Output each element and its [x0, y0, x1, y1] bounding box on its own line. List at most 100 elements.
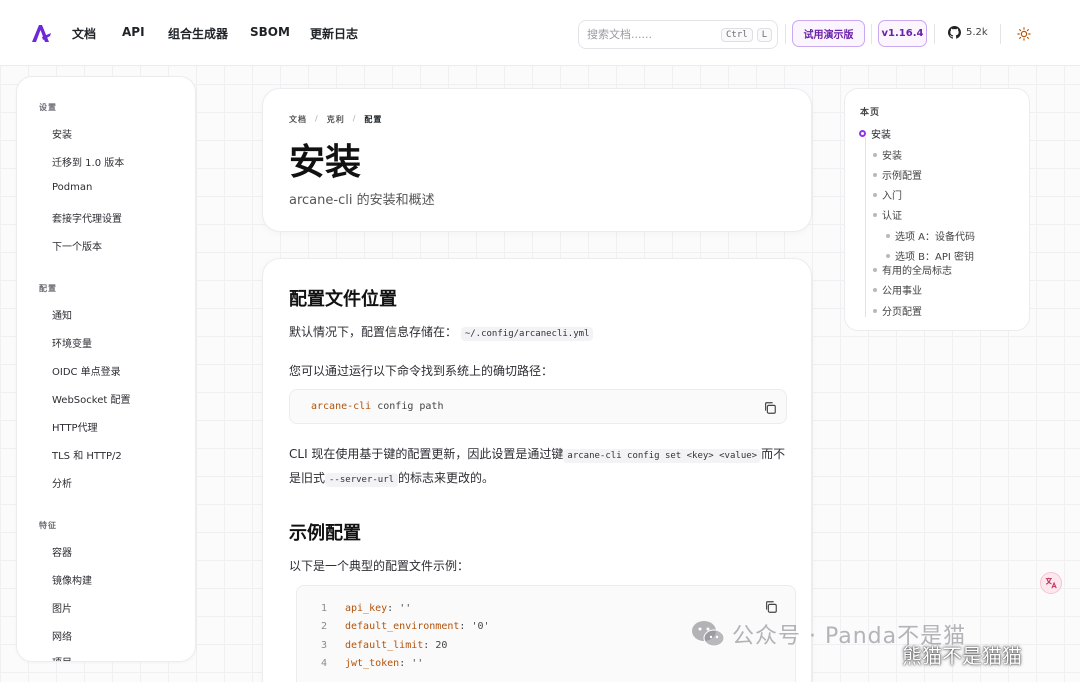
yaml-value: '0': [471, 621, 490, 632]
translate-icon: [1045, 577, 1057, 589]
page-subtitle: arcane-cli 的安装和概述: [289, 193, 435, 208]
text: 默认情况下，配置信息存储在：: [289, 325, 458, 339]
nav-docs[interactable]: 文档: [72, 25, 96, 42]
yaml-colon: :: [387, 603, 400, 614]
toc-dot: [873, 267, 877, 272]
text: CLI 现在使用基于键的配置更新，因此设置是通过键: [289, 447, 564, 461]
yaml-colon: :: [459, 621, 472, 632]
breadcrumb: 文档 / 克利 / 配置: [289, 114, 382, 125]
toc-dot: [873, 308, 877, 313]
copy-icon[interactable]: [763, 401, 777, 415]
nav-api[interactable]: API: [122, 25, 145, 39]
sun-icon[interactable]: [1017, 27, 1031, 41]
sidebar-item-next-version[interactable]: 下一个版本: [52, 238, 102, 253]
copy-icon[interactable]: [764, 600, 778, 614]
toc-item[interactable]: 安装: [873, 147, 902, 162]
breadcrumb-cli[interactable]: 克利: [327, 114, 345, 125]
toc-item[interactable]: 公用事业: [873, 282, 922, 297]
yaml-key: api_key: [345, 603, 388, 614]
try-demo-button[interactable]: 试用演示版: [792, 20, 865, 47]
page-header-card: 文档 / 克利 / 配置 安装 arcane-cli 的安装和概述: [262, 88, 812, 232]
toc-label: 安装: [882, 151, 902, 162]
sidebar-item-websocket[interactable]: WebSocket 配置: [52, 391, 130, 406]
paragraph-example-intro: 以下是一个典型的配置文件示例：: [289, 559, 470, 573]
sidebar-item-projects[interactable]: 项目: [52, 654, 72, 661]
wechat-icon: [692, 621, 725, 647]
translate-button[interactable]: [1040, 572, 1062, 594]
toc-dot: [886, 253, 890, 258]
breadcrumb-docs[interactable]: 文档: [289, 114, 307, 125]
toc-title: 本页: [860, 108, 881, 118]
code-block-command: arcane-cli config path: [289, 389, 787, 424]
line-number: 3: [320, 640, 327, 651]
yaml-value: '': [411, 658, 424, 669]
toc-item[interactable]: 分页配置: [873, 303, 922, 318]
breadcrumb-current: 配置: [364, 115, 383, 124]
nav-changelog[interactable]: 更新日志: [310, 25, 358, 42]
code-token: config path: [377, 401, 444, 412]
sidebar-item-env-vars[interactable]: 环境变量: [52, 335, 92, 350]
sidebar-item-http-proxy[interactable]: HTTP代理: [52, 419, 98, 434]
paragraph-find-path: 您可以通过运行以下命令找到系统上的确切路径：: [289, 364, 554, 378]
toc-item[interactable]: 示例配置: [873, 167, 922, 182]
toc-track: [865, 137, 866, 317]
code-line: 2 default_environment: '0': [297, 621, 490, 632]
divider: [934, 24, 935, 44]
sidebar-section-title: 特征: [39, 521, 57, 530]
arcane-logo-icon[interactable]: [30, 23, 52, 43]
sidebar-item-notifications[interactable]: 通知: [52, 307, 72, 322]
sidebar-section-title: 设置: [39, 103, 57, 112]
sidebar-item-oidc[interactable]: OIDC 单点登录: [52, 363, 121, 378]
sidebar-item-tls-http2[interactable]: TLS 和 HTTP/2: [52, 447, 122, 462]
sidebar-item-containers[interactable]: 容器: [52, 544, 72, 559]
paragraph-cli-keys: CLI 现在使用基于键的配置更新，因此设置是通过键 arcane-cli conf…: [289, 443, 789, 491]
divider: [871, 24, 872, 44]
sidebar: 设置 安装 迁移到 1.0 版本 Podman 套接字代理设置 下一个版本 配置…: [16, 76, 196, 662]
heading-example-config: 示例配置: [289, 523, 361, 544]
nav-sbom[interactable]: SBOM: [250, 25, 290, 39]
kbd-ctrl: Ctrl: [721, 27, 753, 42]
sidebar-item-socket-proxy[interactable]: 套接字代理设置: [52, 210, 122, 225]
toc-item-install-active[interactable]: 安装: [859, 126, 891, 141]
paragraph-default-location: 默认情况下，配置信息存储在： ~/.config/arcanecli.yml: [289, 321, 594, 345]
line-number: 1: [320, 603, 327, 614]
toc-item[interactable]: 选项 B：API 密钥: [886, 248, 974, 263]
code-line: 3 default_limit: 20: [297, 640, 447, 651]
search-box[interactable]: Ctrl L: [578, 20, 778, 49]
divider: [1000, 24, 1001, 44]
github-icon: [948, 26, 961, 39]
sidebar-item-migrate[interactable]: 迁移到 1.0 版本: [52, 154, 124, 169]
toc-label: 入门: [882, 191, 902, 202]
toc-label: 认证: [882, 211, 902, 222]
sidebar-item-podman[interactable]: Podman: [52, 182, 92, 193]
github-link[interactable]: 5.2k: [948, 26, 988, 39]
code-token: arcane-cli: [311, 401, 372, 412]
line-number: 2: [320, 621, 327, 632]
version-button[interactable]: v1.16.4: [878, 20, 927, 47]
search-input[interactable]: [587, 28, 717, 41]
sidebar-item-analytics[interactable]: 分析: [52, 475, 72, 490]
yaml-key: default_environment: [345, 621, 460, 632]
toc-label: 示例配置: [882, 171, 922, 182]
inline-code-path: ~/.config/arcanecli.yml: [460, 327, 594, 341]
toc-label: 有用的全局标志: [882, 266, 952, 277]
toc-dot: [873, 287, 877, 292]
line-number: 4: [320, 658, 327, 669]
toc-item[interactable]: 入门: [873, 187, 902, 202]
kbd-l: L: [756, 27, 773, 42]
sidebar-item-install[interactable]: 安装: [52, 126, 72, 141]
sidebar-item-networks[interactable]: 网络: [52, 628, 72, 643]
sidebar-item-image-build[interactable]: 镜像构建: [52, 572, 92, 587]
toc-item[interactable]: 选项 A：设备代码: [886, 228, 975, 243]
inline-code-server-url: --server-url: [325, 473, 399, 487]
yaml-value: 20: [435, 640, 448, 651]
table-of-contents: 本页 安装 安装 示例配置 入门 认证 选项 A：设备代码 选项 B：API 密…: [844, 88, 1030, 331]
code-command: arcane-cli config path: [311, 401, 443, 412]
sidebar-section-title: 配置: [39, 284, 57, 293]
nav-compose-generator[interactable]: 组合生成器: [168, 25, 228, 42]
breadcrumb-separator: /: [315, 114, 319, 123]
sidebar-item-images[interactable]: 图片: [52, 600, 72, 615]
page-title: 安装: [289, 142, 362, 183]
toc-item[interactable]: 有用的全局标志: [873, 262, 952, 277]
toc-item[interactable]: 认证: [873, 207, 902, 222]
